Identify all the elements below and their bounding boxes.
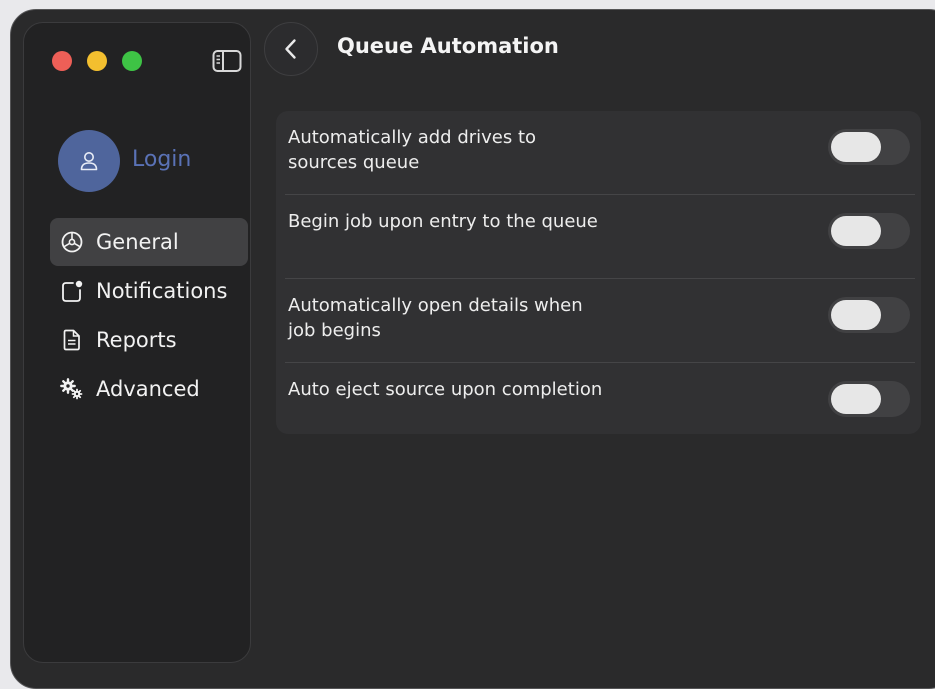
setting-label: Automatically add drives to sources queu… <box>288 127 537 173</box>
chevron-left-icon <box>285 39 296 59</box>
settings-window: Login General Notifications Reports Adva… <box>10 9 935 689</box>
close-window-button[interactable] <box>52 51 72 71</box>
setting-row-open-details: Automatically open details when job begi… <box>276 279 921 363</box>
begin-job-toggle[interactable] <box>828 213 910 249</box>
gears-icon <box>60 377 84 401</box>
sidebar-item-reports[interactable]: Reports <box>50 316 248 364</box>
setting-row-add-drives: Automatically add drives to sources queu… <box>276 111 921 195</box>
sidebar-toggle-icon[interactable] <box>212 49 242 73</box>
toggle-knob <box>831 132 881 162</box>
sidebar-item-notifications[interactable]: Notifications <box>50 267 248 315</box>
add-drives-toggle[interactable] <box>828 129 910 165</box>
sidebar-item-advanced[interactable]: Advanced <box>50 365 248 413</box>
document-icon <box>60 328 84 352</box>
login-link[interactable]: Login <box>132 147 191 172</box>
setting-label: Begin job upon entry to the queue <box>288 211 598 232</box>
auto-eject-toggle[interactable] <box>828 381 910 417</box>
gear-icon <box>60 230 84 254</box>
setting-row-begin-job: Begin job upon entry to the queue <box>276 195 921 279</box>
setting-row-auto-eject: Auto eject source upon completion <box>276 363 921 447</box>
minimize-window-button[interactable] <box>87 51 107 71</box>
notification-badge-icon <box>60 279 84 303</box>
sidebar-item-label: Advanced <box>96 377 200 401</box>
sidebar-item-general[interactable]: General <box>50 218 248 266</box>
sidebar: Login General Notifications Reports Adva… <box>23 22 251 663</box>
back-button[interactable] <box>264 22 318 76</box>
toggle-knob <box>831 216 881 246</box>
page-title: Queue Automation <box>337 34 559 58</box>
sidebar-item-label: General <box>96 230 179 254</box>
setting-label: Auto eject source upon completion <box>288 379 603 400</box>
toggle-knob <box>831 300 881 330</box>
settings-group: Automatically add drives to sources queu… <box>276 111 921 434</box>
zoom-window-button[interactable] <box>122 51 142 71</box>
sidebar-item-label: Notifications <box>96 279 228 303</box>
avatar[interactable] <box>58 130 120 192</box>
setting-label: Automatically open details when job begi… <box>288 295 583 341</box>
sidebar-item-label: Reports <box>96 328 177 352</box>
person-icon <box>80 152 98 171</box>
toggle-knob <box>831 384 881 414</box>
open-details-toggle[interactable] <box>828 297 910 333</box>
